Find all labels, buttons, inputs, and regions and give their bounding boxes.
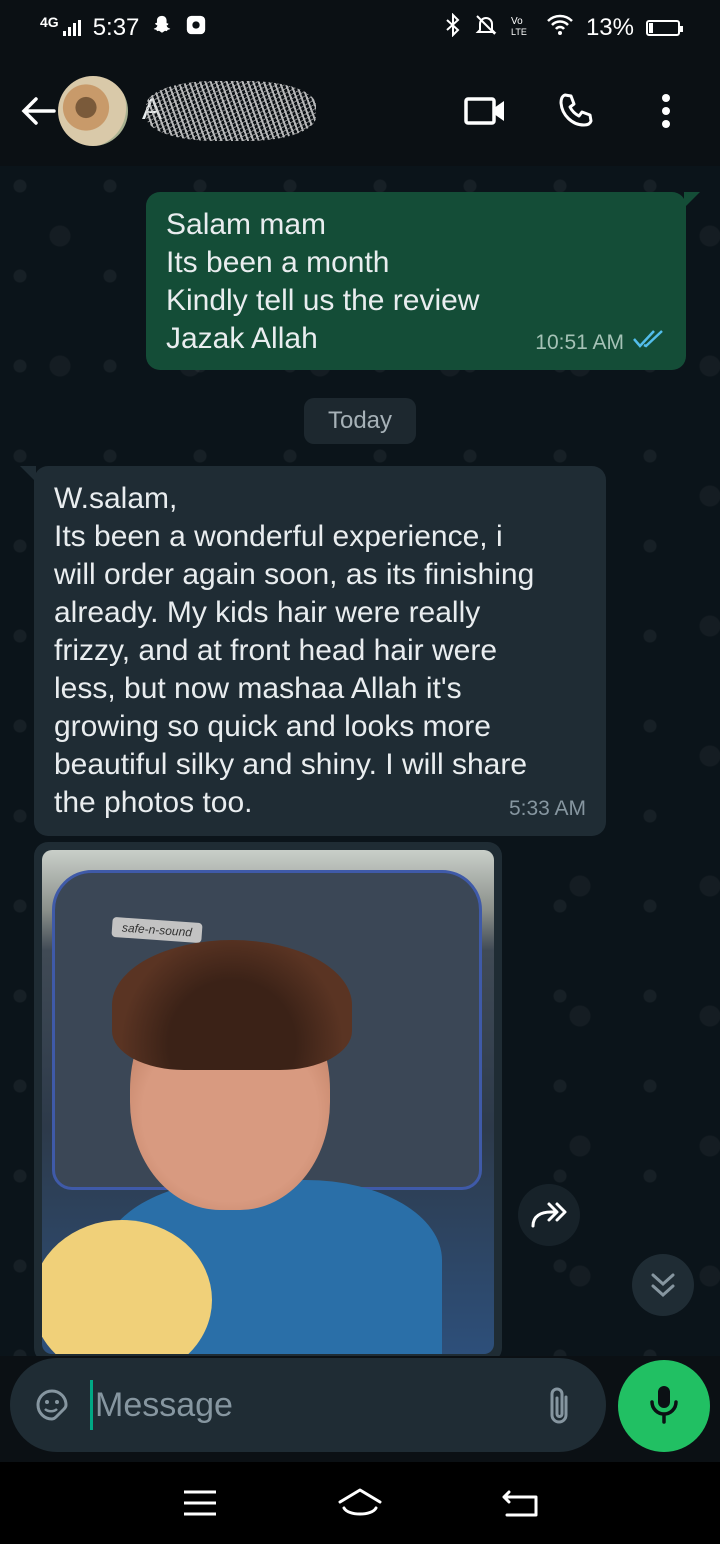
volte-icon: Vo LTE xyxy=(510,13,534,44)
voice-call-icon[interactable] xyxy=(552,87,600,135)
message-composer xyxy=(10,1358,667,1452)
voice-message-button[interactable] xyxy=(618,1360,710,1452)
message-time: 5:33 AM xyxy=(508,797,586,820)
incoming-message[interactable]: W.salam, Its been a wonderful experience… xyxy=(20,466,606,836)
message-line: W.salam, xyxy=(54,482,178,515)
status-bar: 4G 5:37 Vo LTE 13% xyxy=(0,0,720,56)
bluetooth-icon xyxy=(444,12,462,44)
attach-icon[interactable] xyxy=(538,1383,582,1427)
wifi-icon xyxy=(546,14,574,43)
date-divider: Today xyxy=(304,398,416,444)
svg-text:Vo: Vo xyxy=(511,16,523,27)
read-receipt-icon xyxy=(632,324,666,362)
signal-icon xyxy=(62,20,81,36)
clock: 5:37 xyxy=(92,14,140,41)
chat-header: A xyxy=(0,56,720,166)
back-icon[interactable] xyxy=(490,1473,550,1533)
mic-icon xyxy=(649,1384,679,1429)
snapchat-icon xyxy=(151,14,173,43)
system-navigation-bar xyxy=(0,1462,720,1544)
avatar[interactable] xyxy=(58,76,128,146)
message-line: Its been a month xyxy=(166,246,390,279)
outgoing-message[interactable]: Salam mam Its been a month Kindly tell u… xyxy=(146,192,700,370)
chat-area[interactable]: Salam mam Its been a month Kindly tell u… xyxy=(0,166,720,1356)
message-line: will order again soon, as its finishing xyxy=(54,558,535,591)
contact-name[interactable]: A xyxy=(142,81,316,141)
message-line: beautiful silky and shiny. I will share xyxy=(54,748,527,781)
message-input[interactable] xyxy=(90,1380,538,1430)
photo-image[interactable]: safe-n-sound xyxy=(42,850,494,1354)
child-hair xyxy=(112,940,352,1070)
notification-icon xyxy=(185,14,207,43)
forward-icon[interactable] xyxy=(518,1184,580,1246)
message-line: frizzy, and at front head hair were xyxy=(54,634,497,667)
scroll-to-bottom-icon[interactable] xyxy=(632,1254,694,1316)
battery-percent: 13% xyxy=(585,14,634,41)
message-line: Salam mam xyxy=(166,208,327,241)
mute-icon xyxy=(474,13,498,44)
home-icon[interactable] xyxy=(330,1473,390,1533)
message-line: already. My kids hair were really xyxy=(54,596,481,629)
photo-message[interactable]: safe-n-sound xyxy=(34,842,502,1356)
message-line: Kindly tell us the review xyxy=(166,284,480,317)
message-line: less, but now mashaa Allah it's xyxy=(54,672,462,705)
more-options-icon[interactable] xyxy=(642,87,690,135)
svg-text:LTE: LTE xyxy=(511,27,527,37)
message-time: 10:51 AM xyxy=(535,331,624,354)
redaction-scribble xyxy=(146,81,316,141)
message-line: Its been a wonderful experience, i xyxy=(54,520,503,553)
network-type: 4G xyxy=(40,14,59,30)
sticker-icon[interactable] xyxy=(32,1383,72,1427)
battery-icon xyxy=(646,20,683,36)
menu-icon[interactable] xyxy=(170,1473,230,1533)
message-line: growing so quick and looks more xyxy=(54,710,491,743)
message-line: the photos too. xyxy=(54,786,253,819)
video-call-icon[interactable] xyxy=(462,87,510,135)
